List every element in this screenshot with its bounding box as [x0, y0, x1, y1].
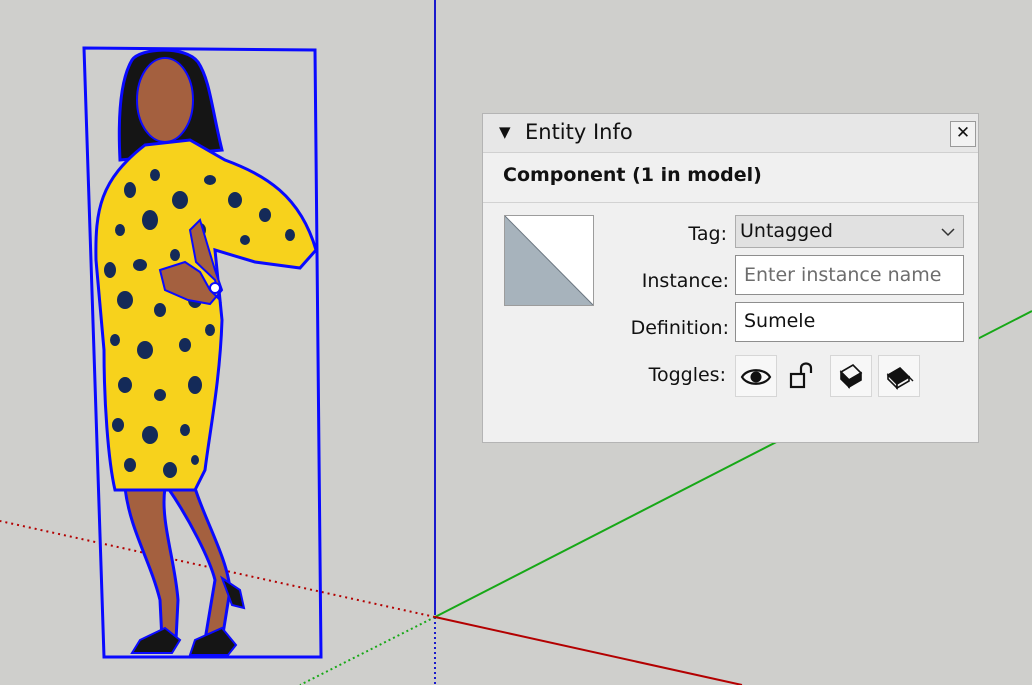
chevron-down-icon: [941, 228, 955, 237]
collapse-triangle-icon[interactable]: ▼: [499, 123, 511, 141]
toggles-label: Toggles:: [648, 364, 726, 386]
receive-shadows-toggle[interactable]: [830, 355, 872, 397]
panel-titlebar[interactable]: ▼ Entity Info ✕: [483, 114, 978, 153]
divider: [483, 202, 978, 203]
figure-watch: [209, 282, 221, 294]
unlocked-padlock-icon: [789, 362, 813, 389]
close-icon: ✕: [955, 123, 971, 143]
instance-name-input[interactable]: [735, 255, 964, 295]
visibility-toggle[interactable]: [735, 355, 777, 397]
figure-legs: [123, 486, 232, 642]
cast-shadows-toggle[interactable]: [878, 355, 920, 397]
component-thumbnail: [504, 215, 594, 306]
tag-label: Tag:: [688, 223, 727, 245]
receive-shadows-icon: [839, 363, 863, 389]
tag-dropdown[interactable]: Untagged: [735, 215, 964, 248]
red-axis: [434, 616, 743, 685]
instance-label: Instance:: [641, 270, 729, 292]
figure-shoe-right: [188, 626, 238, 656]
eye-icon: [740, 369, 772, 385]
component-figure[interactable]: [82, 46, 323, 659]
panel-title: Entity Info: [525, 120, 633, 144]
definition-label: Definition:: [630, 317, 729, 339]
entity-type-heading: Component (1 in model): [503, 164, 762, 186]
cast-shadows-icon: [886, 366, 914, 390]
figure-face: [136, 57, 194, 143]
definition-name-input[interactable]: [735, 302, 964, 342]
lock-toggle[interactable]: [782, 355, 824, 397]
close-button[interactable]: ✕: [950, 121, 976, 147]
tag-value: Untagged: [740, 220, 833, 242]
entity-info-panel: ▼ Entity Info ✕ Component (1 in model) T…: [482, 113, 979, 443]
